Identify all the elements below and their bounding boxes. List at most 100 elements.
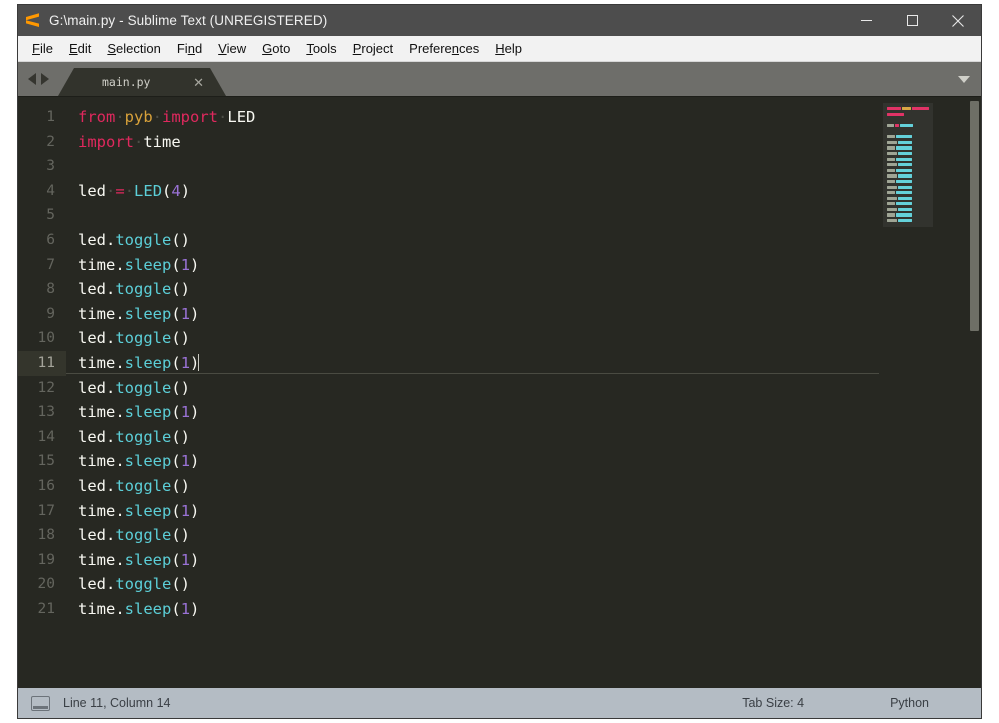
code-line[interactable]: led.toggle()	[78, 523, 879, 548]
tab-size-label[interactable]: Tab Size: 4	[742, 696, 804, 710]
code-line[interactable]: led·=·LED(4)	[78, 179, 879, 204]
code-token: time	[143, 132, 181, 151]
minimap-viewport[interactable]	[883, 103, 933, 227]
chevron-down-icon	[958, 75, 970, 83]
code-content[interactable]: from·pyb·import·LED import·time led·=·LED(…	[66, 97, 879, 687]
menu-item-find[interactable]: Find	[169, 39, 210, 59]
menu-item-project[interactable]: Project	[345, 39, 401, 59]
code-token: pyb	[124, 108, 153, 126]
code-token: toggle	[115, 526, 172, 545]
code-token: ·	[106, 181, 116, 200]
cursor-position-label[interactable]: Line 11, Column 14	[63, 696, 170, 710]
code-token: time.	[78, 452, 125, 471]
code-line[interactable]: time.sleep(1)	[78, 499, 879, 524]
code-token: )	[190, 304, 200, 323]
menu-item-goto[interactable]: Goto	[254, 39, 298, 59]
code-line[interactable]: led.toggle()	[78, 326, 879, 351]
code-line[interactable]: led.toggle()	[78, 572, 879, 597]
code-line[interactable]: led.toggle()	[78, 425, 879, 450]
vertical-scrollbar[interactable]	[967, 97, 981, 687]
code-token: 1	[180, 353, 191, 372]
line-number: 20	[37, 576, 55, 593]
tab-label: main.py	[102, 75, 151, 89]
menu-item-view[interactable]: View	[210, 39, 254, 59]
code-token: (	[171, 599, 181, 618]
line-number: 9	[46, 305, 55, 322]
code-line[interactable]: time.sleep(1)	[78, 400, 879, 425]
code-token: )	[190, 403, 200, 422]
menu-bar: File Edit Selection Find View Goto Tools Projec…	[18, 36, 981, 62]
title-bar: G:\main.py - Sublime Text (UNREGISTERED)	[18, 5, 981, 36]
next-tab-arrow-icon[interactable]	[41, 73, 49, 85]
line-number-gutter: 1 2 3 4 5 6 7 8 9 10 11 12 13 14 15 16 17 18 19 20 21	[18, 97, 66, 687]
menu-item-tools[interactable]: Tools	[298, 39, 344, 59]
minimize-button[interactable]	[843, 5, 889, 36]
code-token: ()	[171, 280, 190, 299]
status-right-group: Tab Size: 4 Python	[742, 696, 981, 710]
scrollbar-thumb[interactable]	[970, 101, 979, 331]
code-token: import	[78, 132, 134, 151]
code-line[interactable]: import·time	[78, 130, 879, 155]
code-line[interactable]: from·pyb·import·LED	[78, 105, 879, 130]
code-line[interactable]: time.sleep(1)	[78, 253, 879, 278]
code-token: 1	[180, 501, 191, 520]
line-number: 2	[46, 133, 55, 150]
code-token: ()	[171, 378, 190, 397]
code-token: ()	[171, 230, 190, 249]
code-line[interactable]: time.sleep(1)	[66, 351, 879, 376]
code-token: =	[115, 181, 125, 200]
code-line[interactable]	[78, 154, 879, 179]
menu-item-edit[interactable]: Edit	[61, 39, 99, 59]
menu-item-selection[interactable]: Selection	[99, 39, 168, 59]
code-view[interactable]: 1 2 3 4 5 6 7 8 9 10 11 12 13 14 15 16 17 18 19 20 21 from·p…	[18, 97, 879, 687]
code-line[interactable]: time.sleep(1)	[78, 597, 879, 622]
code-token: toggle	[115, 230, 172, 249]
code-token: sleep	[124, 353, 172, 372]
menu-item-file[interactable]: File	[24, 39, 61, 59]
previous-tab-arrow-icon[interactable]	[28, 73, 36, 85]
code-token: time.	[78, 599, 125, 618]
code-token: )	[190, 599, 200, 618]
code-line[interactable]: led.toggle()	[78, 376, 879, 401]
menu-item-help[interactable]: Help	[487, 39, 530, 59]
maximize-button[interactable]	[889, 5, 935, 36]
console-toggle-icon[interactable]	[31, 695, 50, 711]
code-token: ()	[171, 575, 190, 594]
line-number: 10	[37, 330, 55, 347]
code-token: toggle	[115, 378, 172, 397]
line-number: 16	[37, 477, 55, 494]
minimap[interactable]	[879, 97, 967, 687]
code-token: led.	[78, 378, 116, 397]
sublime-text-window: G:\main.py - Sublime Text (UNREGISTERED)…	[18, 5, 981, 718]
code-token: 1	[180, 452, 191, 471]
code-line[interactable]: led.toggle()	[78, 228, 879, 253]
code-line[interactable]: time.sleep(1)	[78, 302, 879, 327]
code-token: from	[78, 108, 116, 126]
code-line[interactable]: led.toggle()	[78, 277, 879, 302]
menu-item-preferences[interactable]: Preferences	[401, 39, 487, 59]
line-number: 5	[46, 207, 55, 224]
editor-area: 1 2 3 4 5 6 7 8 9 10 11 12 13 14 15 16 17 18 19 20 21 from·p…	[18, 96, 981, 687]
code-line[interactable]	[78, 203, 879, 228]
line-number: 18	[37, 527, 55, 544]
editor-tab-main-py[interactable]: main.py ✕	[58, 68, 226, 96]
code-token: ()	[171, 427, 190, 446]
code-line[interactable]: time.sleep(1)	[78, 548, 879, 573]
code-token: time.	[78, 353, 125, 372]
code-token: time.	[78, 501, 125, 520]
tab-close-icon[interactable]: ✕	[193, 76, 204, 89]
close-button[interactable]	[935, 5, 981, 36]
code-token: )	[190, 255, 200, 274]
code-token: (	[171, 452, 181, 471]
code-line[interactable]: led.toggle()	[78, 474, 879, 499]
code-token: time.	[78, 550, 125, 569]
tab-overflow-button[interactable]	[947, 62, 981, 96]
code-token: (	[171, 403, 181, 422]
code-token: sleep	[124, 550, 172, 569]
tab-bar: main.py ✕	[18, 62, 981, 96]
language-label[interactable]: Python	[890, 696, 929, 710]
code-line[interactable]: time.sleep(1)	[78, 449, 879, 474]
line-number: 6	[46, 231, 55, 248]
line-number: 1	[46, 109, 55, 125]
text-cursor	[198, 353, 200, 371]
